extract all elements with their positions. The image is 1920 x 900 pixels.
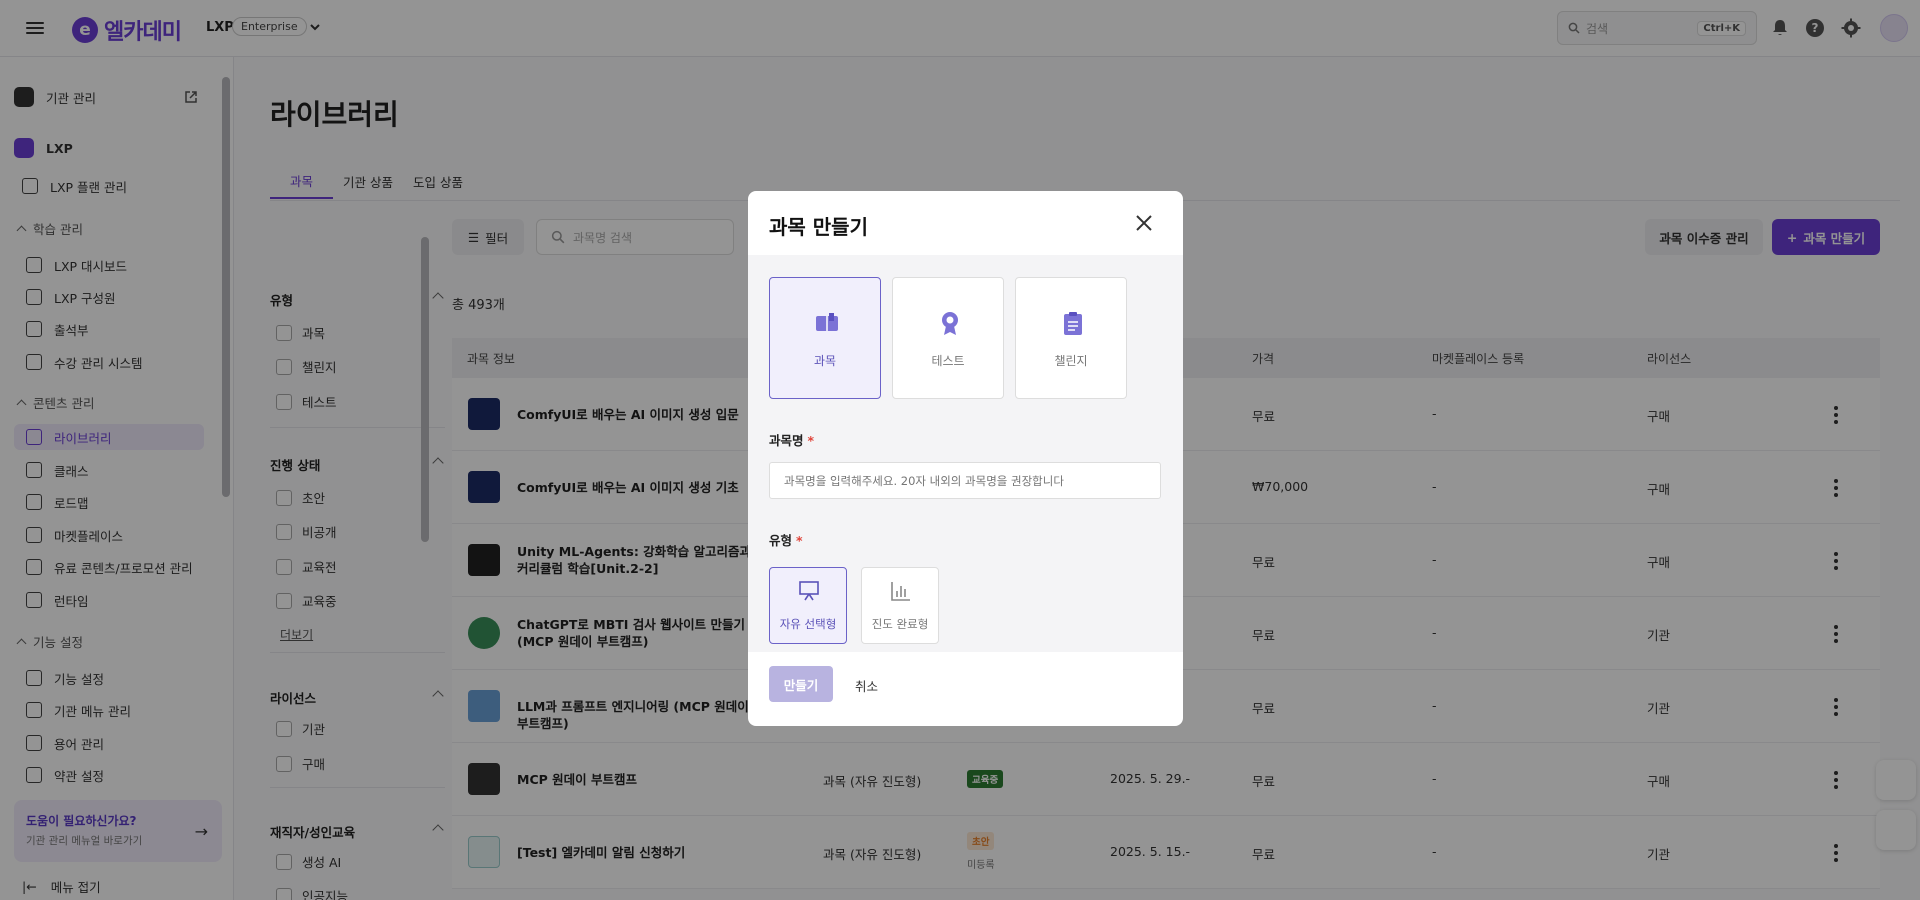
kind-card-course[interactable]: 과목 <box>769 277 881 399</box>
presentation-icon <box>799 581 819 601</box>
required-mark: * <box>796 533 803 548</box>
modal-title: 과목 만들기 <box>769 215 868 239</box>
book-icon <box>816 313 838 331</box>
mode-card-progress[interactable]: 진도 완료형 <box>861 567 939 644</box>
modal-body: 과목 테스트 챌린지 과목명* 유형* 자유 선택형 진도 완료형 <box>748 255 1183 652</box>
mode-card-label: 진도 완료형 <box>871 617 929 631</box>
mode-card-label: 자유 선택형 <box>779 617 837 631</box>
course-mode-label: 유형 * <box>769 533 803 548</box>
create-course-modal: 과목 만들기 과목 테스트 챌린지 과목명* 유형* 자유 선택형 진도 완료형 <box>748 191 1183 726</box>
modal-header: 과목 만들기 <box>748 191 1183 255</box>
kind-card-label: 테스트 <box>931 354 965 368</box>
bar-chart-icon <box>891 582 910 601</box>
mode-card-free[interactable]: 자유 선택형 <box>769 567 847 644</box>
cancel-button[interactable]: 취소 <box>855 676 878 695</box>
close-icon[interactable] <box>1134 213 1154 233</box>
kind-card-test[interactable]: 테스트 <box>892 277 1004 399</box>
medal-icon <box>942 312 958 335</box>
clipboard-icon <box>1064 312 1082 335</box>
course-name-label: 과목명 * <box>769 433 815 448</box>
submit-button[interactable]: 만들기 <box>769 666 833 702</box>
kind-card-challenge[interactable]: 챌린지 <box>1015 277 1127 399</box>
course-name-input[interactable] <box>769 462 1161 499</box>
kind-card-label: 과목 <box>813 354 837 368</box>
modal-footer: 만들기 취소 <box>748 652 1183 726</box>
kind-card-label: 챌린지 <box>1054 354 1088 368</box>
required-mark: * <box>807 433 815 448</box>
